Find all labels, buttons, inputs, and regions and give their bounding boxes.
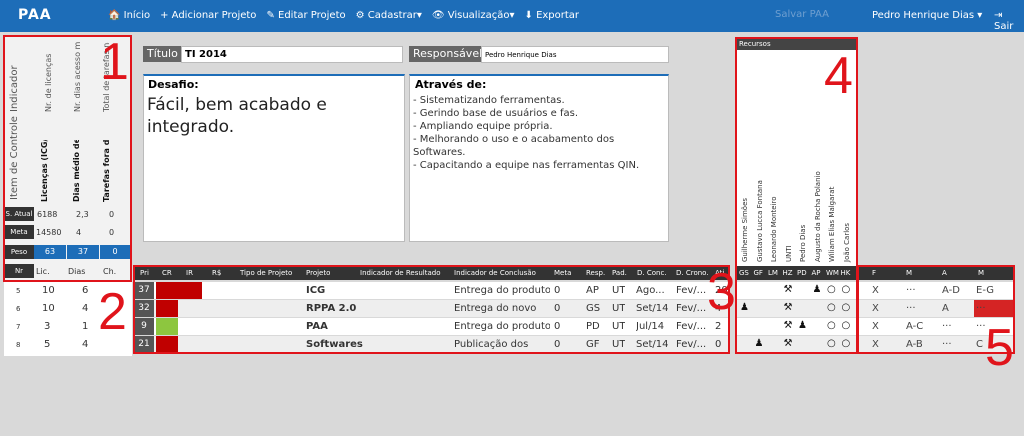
annotation-number-2: 2 xyxy=(98,283,127,341)
annotation-number-3: 3 xyxy=(707,263,736,321)
atraves-item: - Sistematizando ferramentas. xyxy=(413,95,565,106)
annotation-number-1: 1 xyxy=(100,33,129,91)
row-nr: 5 xyxy=(16,287,21,295)
responsible-label: Responsável xyxy=(409,46,482,62)
atraves-item: - Capacitando a equipe nas ferramentas Q… xyxy=(413,160,640,171)
atraves-item: - Ampliando equipe própria. xyxy=(413,121,553,132)
menu-inicio[interactable]: 🏠 Início xyxy=(108,10,150,21)
annotation-number-4: 4 xyxy=(824,47,853,105)
desafio-label: Desafio: xyxy=(148,78,199,91)
logout-button[interactable]: ⇥ Sair xyxy=(994,10,1024,32)
row-value: 5 xyxy=(44,339,51,350)
desafio-box[interactable]: Desafio: Fácil, bem acabado e integrado. xyxy=(143,74,405,242)
atraves-item: - Gerindo base de usuários e fas. xyxy=(413,108,579,119)
atraves-label: Através de: xyxy=(415,78,487,91)
annotation-box-3 xyxy=(133,265,730,354)
atraves-box[interactable]: Através de: - Sistematizando ferramentas… xyxy=(409,74,669,242)
atraves-list: - Sistematizando ferramentas. - Gerindo … xyxy=(413,94,667,172)
title-field[interactable]: TI 2014 xyxy=(181,46,403,63)
responsible-field[interactable]: Pedro Henrique Dias xyxy=(481,46,669,63)
top-navbar: PAA 🏠 Início + Adicionar Projeto ✎ Edita… xyxy=(0,0,1024,32)
row-value: 4 xyxy=(82,303,89,314)
annotation-number-5: 5 xyxy=(985,319,1014,377)
row-value: 1 xyxy=(82,321,89,332)
responsible-value: Pedro Henrique Dias xyxy=(485,51,557,59)
row-nr: 6 xyxy=(16,305,21,313)
row-value: 4 xyxy=(82,339,89,350)
menu-exportar[interactable]: ⬇ Exportar xyxy=(525,10,580,21)
row-nr: 7 xyxy=(16,323,21,331)
atraves-item: - Melhorando o uso e o acabamento dos So… xyxy=(413,134,615,158)
app-brand[interactable]: PAA xyxy=(18,7,52,23)
title-label: Título xyxy=(143,46,181,62)
row-value: 3 xyxy=(44,321,51,332)
main-menu: 🏠 Início + Adicionar Projeto ✎ Editar Pr… xyxy=(108,10,579,21)
menu-visualizacao[interactable]: 👁 Visualização▾ xyxy=(432,10,515,21)
menu-adicionar-projeto[interactable]: + Adicionar Projeto xyxy=(160,10,256,21)
title-value: TI 2014 xyxy=(185,49,227,60)
row-nr: 8 xyxy=(16,341,21,349)
row-value: 6 xyxy=(82,285,89,296)
user-menu[interactable]: Pedro Henrique Dias ▾ xyxy=(872,10,982,21)
desafio-text: Fácil, bem acabado e integrado. xyxy=(147,95,327,137)
menu-editar-projeto[interactable]: ✎ Editar Projeto xyxy=(266,10,345,21)
row-value: 10 xyxy=(42,303,55,314)
menu-cadastrar[interactable]: ⚙ Cadastrar▾ xyxy=(356,10,422,21)
save-paa-button[interactable]: Salvar PAA xyxy=(775,9,829,20)
row-value: 10 xyxy=(42,285,55,296)
